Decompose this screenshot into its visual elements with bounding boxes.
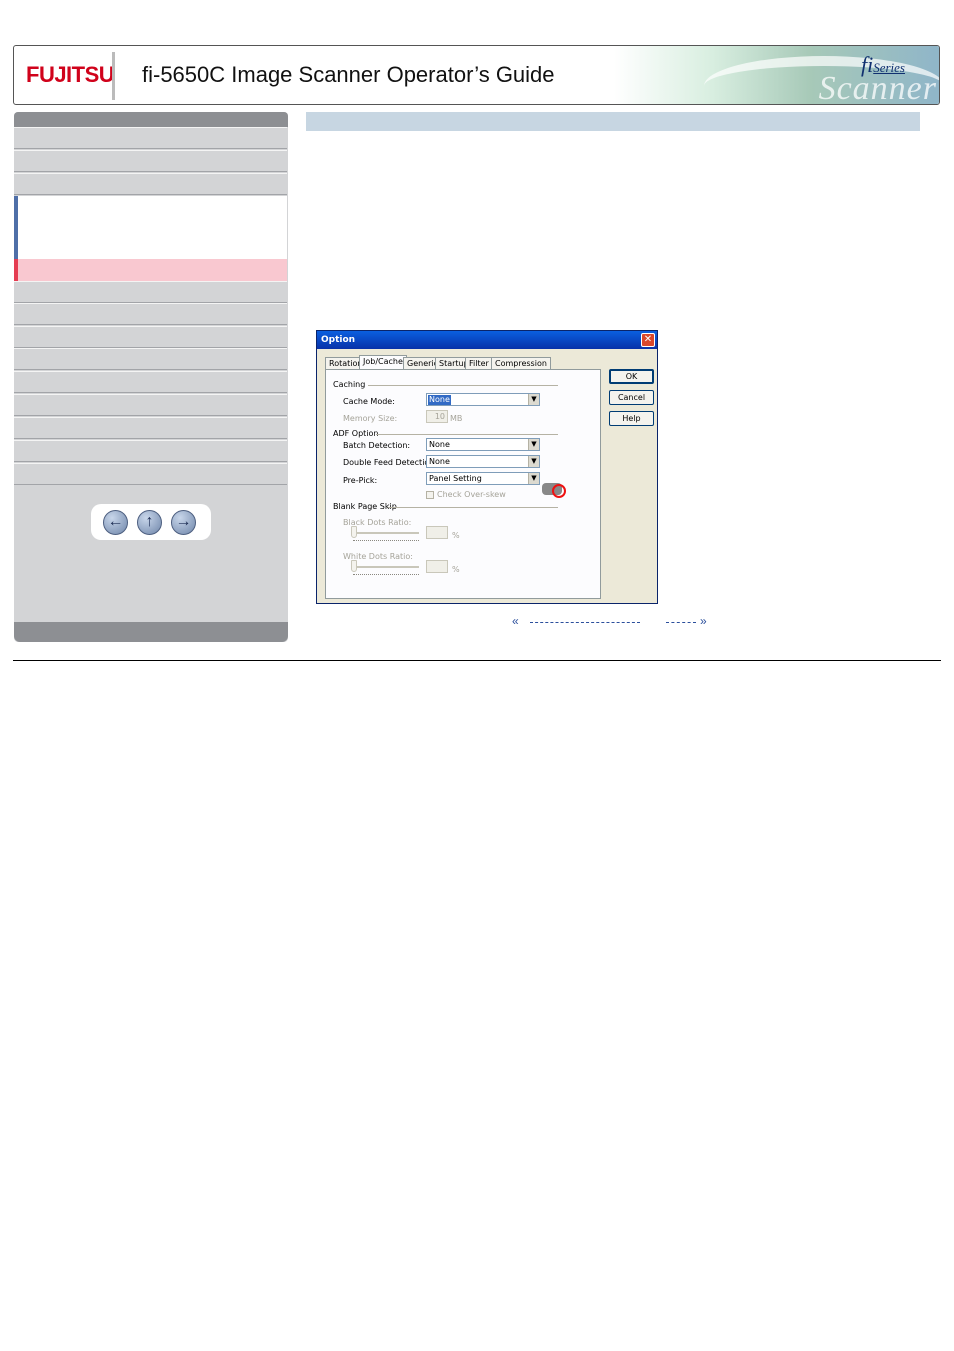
arrow-up-icon[interactable]: ↑: [137, 510, 162, 535]
tab-filter[interactable]: Filter: [465, 357, 493, 369]
white-dots-slider-track: [353, 566, 419, 568]
page-title: fi-5650C Image Scanner Operator’s Guide: [142, 62, 555, 87]
double-feed-select[interactable]: None ▼: [426, 455, 540, 468]
tab-job-cache[interactable]: Job/Cache: [359, 355, 407, 369]
sidebar-header: [14, 112, 288, 127]
sidebar-item-1[interactable]: [14, 127, 287, 149]
header-artwork: fiSeries Scanner: [614, 46, 939, 105]
next-page-icon[interactable]: »: [700, 614, 707, 628]
check-overskew-label: Check Over-skew: [437, 490, 506, 499]
sidebar-item-current[interactable]: [14, 259, 287, 281]
help-button[interactable]: Help: [609, 411, 654, 426]
section-heading-bar: [306, 112, 920, 131]
chevron-down-icon[interactable]: ▼: [528, 456, 539, 467]
sidebar-item-expanded-section[interactable]: [14, 196, 287, 259]
dialog-title: Option: [321, 335, 356, 345]
sidebar-item-6[interactable]: [14, 303, 287, 325]
memory-size-stepper[interactable]: 10: [426, 410, 448, 423]
arrow-right-icon[interactable]: →: [171, 510, 196, 535]
cache-mode-select[interactable]: None ▼: [426, 393, 540, 406]
chevron-down-icon[interactable]: ▼: [528, 394, 539, 405]
tab-compression[interactable]: Compression: [491, 357, 551, 369]
pre-pick-label: Pre-Pick:: [343, 476, 378, 485]
sidebar-item-12[interactable]: [14, 440, 287, 462]
sidebar: ← ↑ →: [14, 112, 288, 642]
group-adf-option-rule: [376, 434, 558, 435]
double-feed-label: Double Feed Detection:: [343, 458, 438, 467]
cache-mode-value: None: [428, 395, 451, 405]
chevron-down-icon[interactable]: ▼: [528, 439, 539, 450]
prev-page-icon[interactable]: «: [512, 614, 519, 628]
double-feed-value: None: [429, 457, 450, 466]
sidebar-item-10[interactable]: [14, 394, 287, 416]
logo-divider: [112, 52, 115, 100]
header-banner: FUJITSU fi-5650C Image Scanner Operator’…: [13, 45, 940, 105]
ok-button[interactable]: OK: [609, 369, 654, 384]
sidebar-item-2[interactable]: [14, 150, 287, 172]
sidebar-item-13[interactable]: [14, 463, 287, 485]
prev-page-link[interactable]: [530, 622, 640, 624]
next-page-link[interactable]: [666, 622, 696, 624]
group-caching-rule: [368, 385, 558, 386]
white-dots-field[interactable]: [426, 560, 448, 573]
black-dots-slider-track: [353, 532, 419, 534]
black-dots-slider-ticks: [353, 540, 419, 543]
sidebar-item-5[interactable]: [14, 281, 287, 303]
footer-divider: [13, 660, 941, 661]
black-dots-percent: %: [452, 531, 460, 540]
paper-feed-icon: [542, 483, 566, 498]
scanner-watermark: Scanner: [818, 70, 937, 105]
sidebar-footer: [14, 622, 288, 642]
batch-detection-label: Batch Detection:: [343, 441, 411, 450]
check-overskew-checkbox[interactable]: [426, 491, 434, 499]
sidebar-item-7[interactable]: [14, 326, 287, 348]
cache-mode-label: Cache Mode:: [343, 397, 395, 406]
sidebar-item-9[interactable]: [14, 371, 287, 393]
sidebar-item-3[interactable]: [14, 173, 287, 195]
group-blank-page-skip-rule: [388, 507, 558, 508]
black-dots-field[interactable]: [426, 526, 448, 539]
white-dots-slider-ticks: [353, 574, 419, 577]
option-dialog: Option ✕ Rotation Job/Cache Generic Star…: [316, 330, 658, 604]
dialog-titlebar: Option: [317, 331, 657, 349]
group-caching-label: Caching: [333, 380, 366, 389]
white-dots-slider[interactable]: [351, 560, 357, 572]
batch-detection-value: None: [429, 440, 450, 449]
chevron-down-icon[interactable]: ▼: [528, 473, 539, 484]
close-icon[interactable]: ✕: [641, 333, 655, 347]
memory-size-label: Memory Size:: [343, 414, 398, 423]
sidebar-item-8[interactable]: [14, 348, 287, 370]
page-nav-buttons: ← ↑ →: [91, 504, 211, 540]
pre-pick-value: Panel Setting: [429, 474, 482, 483]
white-dots-percent: %: [452, 565, 460, 574]
batch-detection-select[interactable]: None ▼: [426, 438, 540, 451]
fujitsu-logo: FUJITSU: [26, 62, 115, 87]
arrow-left-icon[interactable]: ←: [103, 510, 128, 535]
black-dots-slider[interactable]: [351, 526, 357, 538]
job-cache-panel: Caching Cache Mode: None ▼ Memory Size: …: [325, 369, 601, 599]
sidebar-item-11[interactable]: [14, 417, 287, 439]
group-adf-option-label: ADF Option: [333, 429, 379, 438]
cancel-button[interactable]: Cancel: [609, 390, 654, 405]
memory-size-unit: MB: [450, 414, 463, 423]
pre-pick-select[interactable]: Panel Setting ▼: [426, 472, 540, 485]
